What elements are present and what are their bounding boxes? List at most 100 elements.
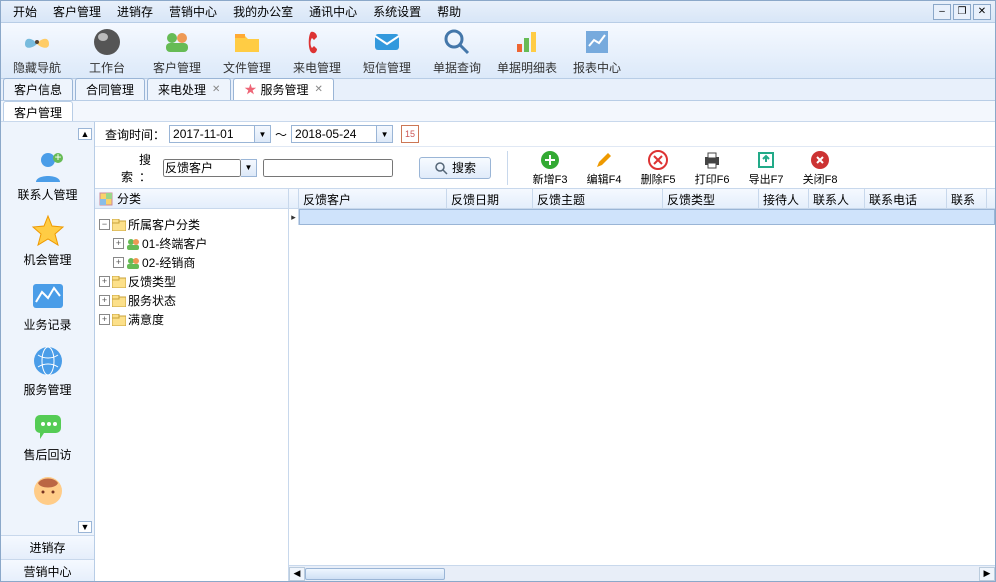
expand-icon[interactable]: + bbox=[99, 276, 110, 287]
date-to-dropdown[interactable]: ▼ bbox=[377, 125, 393, 143]
menu-item[interactable]: 进销存 bbox=[109, 1, 161, 22]
action-x-button[interactable]: 删除F5 bbox=[632, 149, 684, 187]
collapse-down-button[interactable]: ▼ bbox=[78, 521, 92, 533]
action-printer-button[interactable]: 打印F6 bbox=[686, 149, 738, 187]
sidebar-section-item[interactable]: 营销中心 bbox=[1, 560, 94, 581]
close-window-button[interactable]: ✕ bbox=[973, 4, 991, 20]
action-export-button[interactable]: 导出F7 bbox=[740, 149, 792, 187]
category-tree-pane: 分类 −所属客户分类+01-终端客户+02-经销商+反馈类型+服务状态+满意度 bbox=[95, 189, 289, 581]
nav-chat-button[interactable]: 售后回访 bbox=[6, 408, 90, 463]
butterfly-icon bbox=[21, 26, 53, 58]
collapse-up-button[interactable]: ▲ bbox=[78, 128, 92, 140]
scroll-right-button[interactable]: ▶ bbox=[979, 567, 995, 581]
menu-item[interactable]: 系统设置 bbox=[365, 1, 429, 22]
tree-node[interactable]: − 所属客户分类 bbox=[99, 215, 284, 234]
tree-node[interactable]: +01-终端客户 bbox=[113, 234, 284, 253]
maximize-button[interactable]: ❐ bbox=[953, 4, 971, 20]
tab[interactable]: 客户信息 bbox=[3, 78, 73, 100]
toolbar-phone-button[interactable]: 来电管理 bbox=[285, 25, 349, 77]
column-header[interactable]: 反馈主题 bbox=[533, 189, 663, 208]
people-icon bbox=[126, 238, 140, 250]
expand-icon[interactable]: + bbox=[99, 295, 110, 306]
sidebar-section-item[interactable]: 进销存 bbox=[1, 536, 94, 560]
toolbar-magnifier-button[interactable]: 单据查询 bbox=[425, 25, 489, 77]
nav-label: 联系人管理 bbox=[17, 186, 77, 203]
expand-icon[interactable]: + bbox=[113, 257, 124, 268]
menu-item[interactable]: 帮助 bbox=[429, 1, 469, 22]
collapse-icon[interactable]: − bbox=[99, 219, 110, 230]
star-icon bbox=[30, 213, 66, 249]
grid-body[interactable]: ▸ bbox=[289, 209, 995, 565]
horizontal-scrollbar[interactable]: ◀ ▶ bbox=[289, 565, 995, 581]
toolbar-chart-button[interactable]: 单据明细表 bbox=[495, 25, 559, 77]
nav-label: 业务记录 bbox=[23, 316, 71, 333]
column-header[interactable]: 接待人 bbox=[759, 189, 809, 208]
menu-item[interactable]: 开始 bbox=[5, 1, 45, 22]
toolbar-mail-button[interactable]: 短信管理 bbox=[355, 25, 419, 77]
svg-text:+: + bbox=[54, 150, 61, 164]
sidebar-section-list: 进销存营销中心我的办公室通讯中心系统设置 bbox=[1, 535, 94, 581]
wave-icon bbox=[30, 278, 66, 314]
category-tree[interactable]: − 所属客户分类+01-终端客户+02-经销商+反馈类型+服务状态+满意度 bbox=[95, 209, 288, 581]
close-icon bbox=[809, 149, 831, 171]
column-header[interactable]: 联系 bbox=[947, 189, 987, 208]
tree-label: 所属客户分类 bbox=[128, 216, 200, 233]
column-header[interactable] bbox=[289, 189, 299, 208]
date-to-input[interactable] bbox=[291, 125, 377, 143]
tab[interactable]: 来电处理 ✕ bbox=[147, 78, 231, 100]
content-area: 查询时间： ▼ ～ ▼ 15 搜 索： ▼ 搜索 bbox=[95, 122, 995, 581]
scroll-track[interactable] bbox=[305, 567, 979, 581]
tree-node[interactable]: +反馈类型 bbox=[99, 272, 284, 291]
nav-face-button[interactable] bbox=[6, 473, 90, 509]
search-button[interactable]: 搜索 bbox=[419, 157, 491, 179]
column-header[interactable]: 联系人 bbox=[809, 189, 865, 208]
toolbar-butterfly-button[interactable]: 隐藏导航 bbox=[5, 25, 69, 77]
menu-item[interactable]: 营销中心 bbox=[161, 1, 225, 22]
folder-icon bbox=[112, 276, 126, 288]
date-from-dropdown[interactable]: ▼ bbox=[255, 125, 271, 143]
toolbar-label: 报表中心 bbox=[573, 59, 621, 76]
calendar-icon[interactable]: 15 bbox=[401, 125, 419, 143]
menu-item[interactable]: 客户管理 bbox=[45, 1, 109, 22]
action-label: 打印F6 bbox=[695, 171, 730, 187]
search-type-dropdown[interactable]: ▼ bbox=[241, 159, 257, 177]
date-from-input[interactable] bbox=[169, 125, 255, 143]
scroll-thumb[interactable] bbox=[305, 568, 445, 580]
nav-globe-button[interactable]: 服务管理 bbox=[6, 343, 90, 398]
nav-star-button[interactable]: 机会管理 bbox=[6, 213, 90, 268]
selected-row[interactable] bbox=[299, 209, 995, 225]
tree-node[interactable]: +满意度 bbox=[99, 310, 284, 329]
action-close-button[interactable]: 关闭F8 bbox=[794, 149, 846, 187]
expand-icon[interactable]: + bbox=[113, 238, 124, 249]
tab[interactable]: 合同管理 bbox=[75, 78, 145, 100]
search-type-combo[interactable] bbox=[163, 159, 241, 177]
menu-item[interactable]: 我的办公室 bbox=[225, 1, 301, 22]
tree-node[interactable]: +02-经销商 bbox=[113, 253, 284, 272]
toolbar-sphere-button[interactable]: 工作台 bbox=[75, 25, 139, 77]
tab-label: 来电处理 bbox=[158, 81, 206, 98]
toolbar-report-button[interactable]: 报表中心 bbox=[565, 25, 629, 77]
row-indicator: ▸ bbox=[289, 209, 299, 225]
toolbar-people-button[interactable]: 客户管理 bbox=[145, 25, 209, 77]
column-header[interactable]: 反馈类型 bbox=[663, 189, 759, 208]
tab[interactable]: 服务管理✕ bbox=[233, 78, 333, 100]
sub-tab[interactable]: 客户管理 bbox=[3, 101, 73, 121]
menu-item[interactable]: 通讯中心 bbox=[301, 1, 365, 22]
tab-close-icon[interactable]: ✕ bbox=[212, 84, 220, 95]
nav-person-button[interactable]: + 联系人管理 bbox=[6, 148, 90, 203]
minimize-button[interactable]: – bbox=[933, 4, 951, 20]
scroll-left-button[interactable]: ◀ bbox=[289, 567, 305, 581]
tab-close-icon[interactable]: ✕ bbox=[314, 84, 322, 95]
toolbar-folder-button[interactable]: 文件管理 bbox=[215, 25, 279, 77]
folder-icon bbox=[112, 295, 126, 307]
column-header[interactable]: 反馈日期 bbox=[447, 189, 533, 208]
tree-node[interactable]: +服务状态 bbox=[99, 291, 284, 310]
column-header[interactable]: 反馈客户 bbox=[299, 189, 447, 208]
expand-icon[interactable]: + bbox=[99, 314, 110, 325]
nav-wave-button[interactable]: 业务记录 bbox=[6, 278, 90, 333]
report-icon bbox=[581, 26, 613, 58]
action-pencil-button[interactable]: 编辑F4 bbox=[578, 149, 630, 187]
search-text-input[interactable] bbox=[263, 159, 393, 177]
action-plus-button[interactable]: 新增F3 bbox=[524, 149, 576, 187]
column-header[interactable]: 联系电话 bbox=[865, 189, 947, 208]
